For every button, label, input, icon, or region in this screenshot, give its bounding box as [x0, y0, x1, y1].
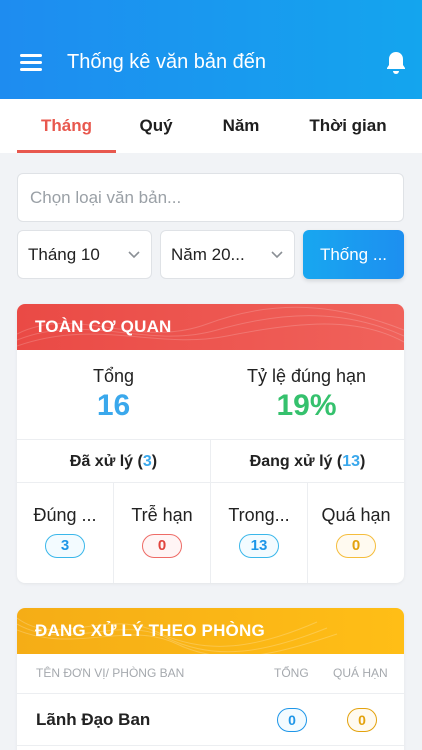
menu-icon[interactable]: [20, 54, 42, 72]
ontime-label: Đúng ...: [33, 505, 97, 525]
status-group-row: Đã xử lý (3) Đang xử lý (13): [17, 440, 404, 483]
tab-quarter[interactable]: Quý: [121, 99, 191, 153]
processing-count: 13: [342, 453, 360, 470]
department-card: ĐANG XỬ LÝ THEO PHÒNG TÊN ĐƠN VỊ/ PHÒNG …: [17, 608, 404, 750]
overview-card: TOÀN CƠ QUAN Tổng 16 Tỷ lệ đúng hạn 19% …: [17, 304, 404, 583]
total-label: Tổng: [92, 366, 135, 386]
column-total: TỔNG: [274, 666, 309, 680]
overview-card-title: TOÀN CƠ QUAN: [35, 317, 172, 336]
year-select-value: Năm 20...: [171, 245, 245, 264]
overdue-stat: Quá hạn 0: [308, 483, 404, 558]
within-deadline-badge[interactable]: 13: [239, 534, 279, 558]
status-detail-row: Đúng ... 3 Trễ hạn 0 Trong... 13 Quá hạn…: [17, 483, 404, 583]
ontime-rate-label: Tỷ lệ đúng hạn: [246, 366, 367, 386]
month-select[interactable]: Tháng 10: [17, 230, 152, 279]
tab-month[interactable]: Tháng: [17, 99, 116, 153]
department-name: Lãnh Đạo Ban: [36, 710, 151, 729]
ontime-rate-stat: Tỷ lệ đúng hạn 19%: [210, 350, 403, 423]
year-select[interactable]: Năm 20...: [160, 230, 295, 279]
ontime-badge[interactable]: 3: [45, 534, 85, 558]
department-card-title: ĐANG XỬ LÝ THEO PHÒNG: [35, 621, 265, 640]
bell-icon[interactable]: [384, 50, 408, 76]
total-stat: Tổng 16: [17, 350, 210, 423]
late-label: Trễ hạn: [131, 505, 193, 525]
overdue-badge[interactable]: 0: [336, 534, 376, 558]
department-table-header: TÊN ĐƠN VỊ/ PHÒNG BAN TỔNG QUÁ HẠN: [17, 654, 404, 694]
department-card-header: ĐANG XỬ LÝ THEO PHÒNG: [17, 608, 404, 654]
department-overdue-badge[interactable]: 0: [347, 708, 377, 732]
overview-summary: Tổng 16 Tỷ lệ đúng hạn 19%: [17, 350, 404, 440]
total-value: 16: [96, 389, 131, 422]
statistics-button[interactable]: Thống ...: [303, 230, 404, 279]
column-overdue: QUÁ HẠN: [333, 666, 388, 680]
within-deadline-stat: Trong... 13: [211, 483, 307, 558]
within-deadline-label: Trong...: [228, 505, 290, 525]
processed-count: 3: [142, 453, 152, 470]
ontime-rate-value: 19%: [276, 389, 337, 422]
late-stat: Trễ hạn 0: [114, 483, 210, 558]
overview-card-header: TOÀN CƠ QUAN: [17, 304, 404, 350]
month-select-value: Tháng 10: [28, 245, 100, 264]
processing-heading: Đang xử lý (13): [249, 453, 366, 470]
department-total-badge[interactable]: 0: [277, 708, 307, 732]
period-tabs: Tháng Quý Năm Thời gian: [0, 99, 422, 153]
column-unit: TÊN ĐƠN VỊ/ PHÒNG BAN: [36, 666, 185, 680]
processed-heading: Đã xử lý (3): [69, 453, 158, 470]
page-title: Thống kê văn bản đến: [67, 51, 267, 73]
app-header: Thống kê văn bản đến: [0, 0, 422, 99]
late-badge[interactable]: 0: [142, 534, 182, 558]
chevron-down-icon: [271, 251, 283, 259]
processed-label: Đã xử lý: [69, 453, 134, 470]
ontime-stat: Đúng ... 3: [17, 483, 113, 558]
processing-label: Đang xử lý: [249, 453, 333, 470]
tab-year[interactable]: Năm: [204, 99, 278, 153]
overdue-label: Quá hạn: [321, 505, 391, 525]
chevron-down-icon: [128, 251, 140, 259]
doc-type-input[interactable]: [17, 173, 404, 222]
tab-time-range[interactable]: Thời gian: [296, 99, 400, 153]
table-row[interactable]: Lãnh Đạo Ban 0 0: [17, 694, 404, 746]
